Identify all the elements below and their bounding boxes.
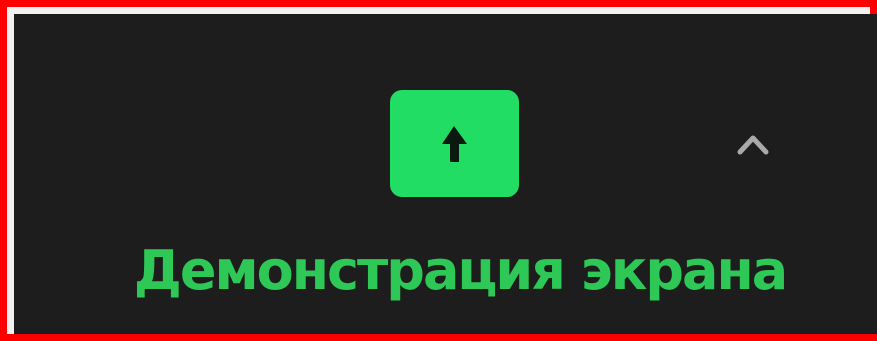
share-options-chevron[interactable] xyxy=(730,124,776,164)
meeting-toolbar: Демонстрация экрана xyxy=(14,14,877,334)
share-screen-icon-box xyxy=(390,90,519,197)
share-screen-button[interactable]: Демонстрация экрана xyxy=(14,14,877,334)
highlight-frame: Демонстрация экрана xyxy=(0,0,877,341)
share-screen-label: Демонстрация экрана xyxy=(133,239,789,302)
arrow-up-icon xyxy=(442,126,467,162)
chevron-up-icon xyxy=(737,135,769,155)
